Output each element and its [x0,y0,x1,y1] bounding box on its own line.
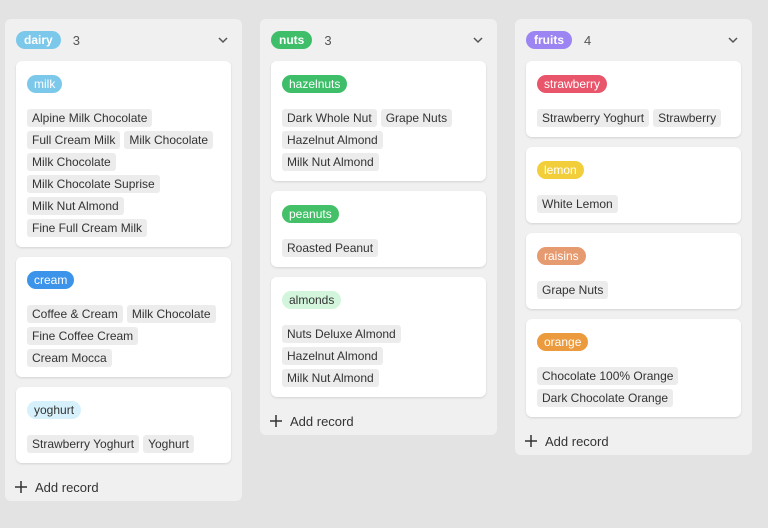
record-chip[interactable]: Coffee & Cream [27,305,123,323]
record-card[interactable]: strawberry Strawberry Yoghurt Strawberry [526,61,741,137]
column-fruits: fruits 4 strawberry Strawberry Yoghurt Str… [515,19,752,455]
record-card[interactable]: lemon White Lemon [526,147,741,223]
linked-records: Strawberry Yoghurt Yoghurt [27,435,220,453]
column-header: fruits 4 [515,19,752,61]
record-chip[interactable]: Nuts Deluxe Almond [282,325,401,343]
category-tag: lemon [537,161,584,179]
linked-records: Nuts Deluxe Almond Hazelnut Almond Milk Nu… [282,325,475,387]
linked-records: White Lemon [537,195,730,213]
column-header: dairy 3 [5,19,242,61]
linked-records: Alpine Milk Chocolate Full Cream Milk Milk… [27,109,220,237]
linked-records: Coffee & Cream Milk Chocolate Fine Coffee … [27,305,220,367]
record-chip[interactable]: Fine Full Cream Milk [27,219,148,237]
category-tag: strawberry [537,75,608,93]
linked-records: Roasted Peanut [282,239,475,257]
category-tag: hazelnuts [282,75,348,93]
record-chip[interactable]: Roasted Peanut [282,239,379,257]
record-chip[interactable]: Milk Chocolate [27,153,116,171]
record-chip[interactable]: Strawberry [653,109,722,127]
add-record-button[interactable]: Add record [270,407,497,435]
record-card[interactable]: hazelnuts Dark Whole Nut Grape Nuts Hazelnu… [271,61,486,181]
record-chip[interactable]: Strawberry Yoghurt [537,109,650,127]
record-chip[interactable]: Dark Whole Nut [282,109,377,127]
record-card[interactable]: cream Coffee & Cream Milk Chocolate Fine Co… [16,257,231,377]
column-tag[interactable]: fruits [526,31,572,49]
add-record-button[interactable]: Add record [15,473,242,501]
record-chip[interactable]: Grape Nuts [380,109,453,127]
record-chip[interactable]: Dark Chocolate Orange [537,389,674,407]
category-tag: yoghurt [27,401,82,419]
column-dairy: dairy 3 milk Alpine Milk Chocolate Full Cr… [5,19,242,501]
record-chip[interactable]: Milk Chocolate [126,305,216,323]
chevron-down-icon[interactable] [471,33,485,47]
kanban-board: dairy 3 milk Alpine Milk Chocolate Full Cr… [0,0,768,528]
category-tag: peanuts [282,205,339,223]
record-card[interactable]: milk Alpine Milk Chocolate Full Cream Milk… [16,61,231,247]
add-record-label: Add record [545,433,609,449]
record-chip[interactable]: Milk Nut Almond [282,369,379,387]
record-chip[interactable]: Strawberry Yoghurt [27,435,140,453]
column-tag[interactable]: nuts [271,31,313,49]
category-tag: orange [537,333,589,351]
record-card[interactable]: peanuts Roasted Peanut [271,191,486,267]
add-record-label: Add record [290,413,354,429]
column-nuts: nuts 3 hazelnuts Dark Whole Nut Grape Nuts… [260,19,497,435]
plus-icon [270,415,282,427]
category-tag: almonds [282,291,342,309]
record-chip[interactable]: Yoghurt [143,435,194,453]
record-count: 4 [584,32,592,48]
record-chip[interactable]: White Lemon [537,195,618,213]
record-card[interactable]: orange Chocolate 100% Orange Dark Chocolat… [526,319,741,417]
record-chip[interactable]: Fine Coffee Cream [27,327,139,345]
record-chip[interactable]: Hazelnut Almond [282,347,383,365]
record-chip[interactable]: Alpine Milk Chocolate [27,109,153,127]
linked-records: Chocolate 100% Orange Dark Chocolate Oran… [537,367,730,407]
plus-icon [15,481,27,493]
column-tag[interactable]: dairy [16,31,61,49]
add-record-button[interactable]: Add record [525,427,752,455]
category-tag: cream [27,271,75,289]
record-chip[interactable]: Milk Chocolate Suprise [27,175,160,193]
linked-records: Strawberry Yoghurt Strawberry [537,109,730,127]
chevron-down-icon[interactable] [726,33,740,47]
record-count: 3 [324,32,332,48]
record-card[interactable]: yoghurt Strawberry Yoghurt Yoghurt [16,387,231,463]
record-chip[interactable]: Hazelnut Almond [282,131,383,149]
chevron-down-icon[interactable] [216,33,230,47]
add-record-label: Add record [35,479,99,495]
record-card[interactable]: almonds Nuts Deluxe Almond Hazelnut Almond… [271,277,486,397]
record-chip[interactable]: Cream Mocca [27,349,112,367]
column-header: nuts 3 [260,19,497,61]
record-chip[interactable]: Chocolate 100% Orange [537,367,679,385]
linked-records: Dark Whole Nut Grape Nuts Hazelnut Almond M… [282,109,475,171]
record-chip[interactable]: Milk Nut Almond [282,153,379,171]
record-chip[interactable]: Milk Nut Almond [27,197,124,215]
record-count: 3 [72,32,80,48]
linked-records: Grape Nuts [537,281,730,299]
record-chip[interactable]: Grape Nuts [537,281,609,299]
record-chip[interactable]: Milk Chocolate [124,131,214,149]
record-chip[interactable]: Full Cream Milk [27,131,121,149]
record-card[interactable]: raisins Grape Nuts [526,233,741,309]
category-tag: milk [27,75,63,93]
category-tag: raisins [537,247,586,265]
plus-icon [525,435,537,447]
